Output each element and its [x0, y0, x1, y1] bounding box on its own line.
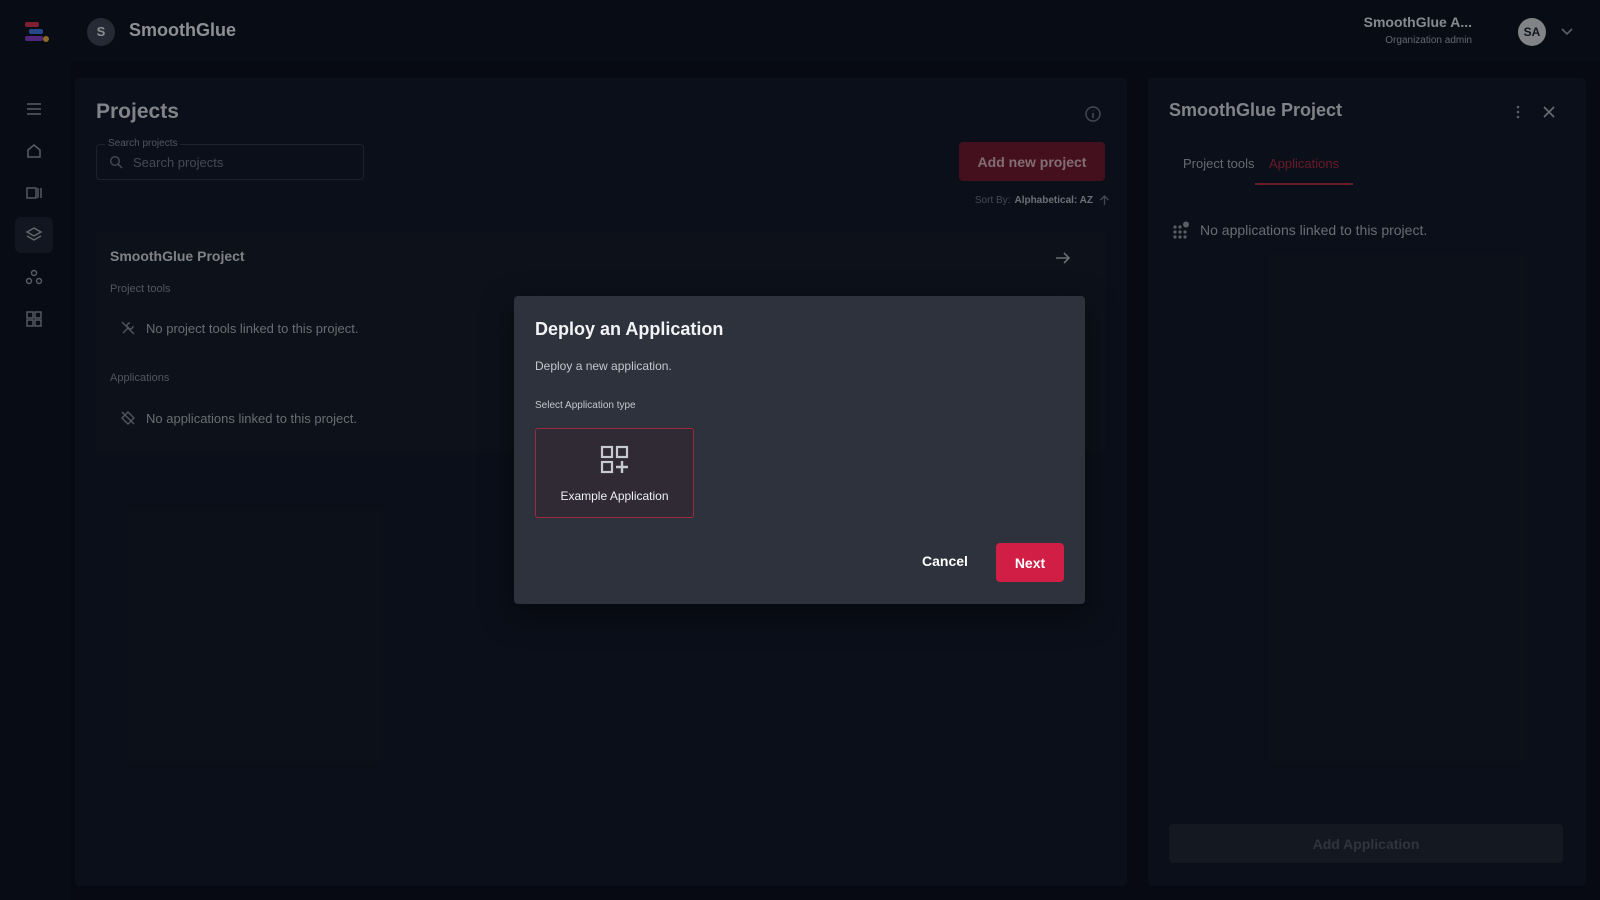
deploy-application-dialog: Deploy an Application Deploy a new appli… — [514, 296, 1085, 604]
dialog-title: Deploy an Application — [535, 319, 724, 339]
select-type-label: Select Application type — [535, 400, 636, 411]
grid-plus-icon — [600, 445, 629, 474]
cancel-button[interactable]: Cancel — [910, 543, 980, 579]
next-button[interactable]: Next — [996, 543, 1064, 582]
app-type-label: Example Application — [560, 489, 669, 503]
dialog-subtitle: Deploy a new application. — [535, 359, 672, 373]
app-type-option[interactable]: Example Application — [535, 428, 694, 518]
